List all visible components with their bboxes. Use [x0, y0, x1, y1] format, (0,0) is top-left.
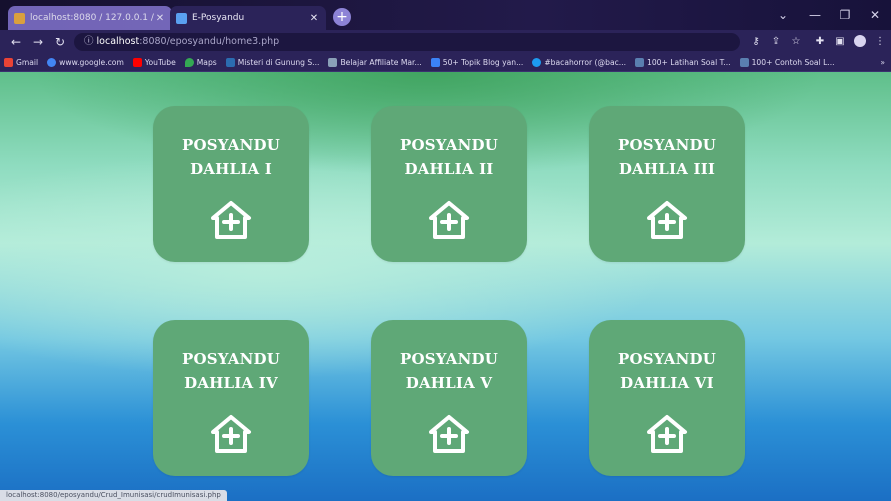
restore-button[interactable]: ❐: [830, 0, 860, 30]
twitter-icon: [532, 58, 542, 67]
house-add-icon: [647, 415, 687, 453]
card-title-line1: POSYANDU: [618, 136, 716, 154]
site-icon: [430, 58, 440, 67]
posyandu-card-dahlia-5[interactable]: POSYANDU DAHLIA V: [371, 320, 527, 476]
back-icon[interactable]: ←: [8, 34, 24, 50]
card-title-line1: POSYANDU: [182, 350, 280, 368]
house-add-icon: [429, 201, 469, 239]
forward-icon[interactable]: →: [30, 34, 46, 50]
close-window-button[interactable]: ✕: [860, 0, 890, 30]
house-add-icon: [429, 415, 469, 453]
google-icon: [47, 58, 57, 67]
address-host: localhost: [96, 36, 140, 47]
card-title-line2: DAHLIA I: [190, 160, 272, 178]
share-icon[interactable]: ⇪: [768, 34, 784, 50]
minimize-button[interactable]: —: [800, 0, 830, 30]
menu-icon[interactable]: ⋮: [872, 34, 888, 50]
bookmarks-bar: Gmail www.google.com YouTube Maps Mister…: [0, 54, 891, 72]
bookmark-misteri[interactable]: Misteri di Gunung S...: [225, 58, 319, 67]
site-icon: [225, 58, 235, 67]
card-title-line1: POSYANDU: [400, 350, 498, 368]
posyandu-card-dahlia-3[interactable]: POSYANDU DAHLIA III: [589, 106, 745, 262]
site-icon: [739, 58, 749, 67]
extensions-icon[interactable]: ✚: [812, 34, 828, 50]
reload-icon[interactable]: ↻: [52, 34, 68, 50]
browser-toolbar: ← → ↻ ⓘ localhost:8080/eposyandu/home3.p…: [0, 30, 891, 54]
new-tab-button[interactable]: +: [333, 8, 351, 26]
tab-close-icon[interactable]: ✕: [154, 13, 166, 24]
bookmark-star-icon[interactable]: ☆: [788, 34, 804, 50]
bookmark-maps[interactable]: Maps: [184, 58, 217, 67]
bookmark-google[interactable]: www.google.com: [47, 58, 124, 67]
card-title-line1: POSYANDU: [618, 350, 716, 368]
bookmark-contoh-soal[interactable]: 100+ Contoh Soal L...: [739, 58, 835, 67]
gmail-icon: [4, 58, 13, 67]
tab-phpmyadmin[interactable]: localhost:8080 / 127.0.0.1 / bea… ✕: [8, 6, 172, 30]
password-key-icon[interactable]: ⚷: [748, 34, 764, 50]
posyandu-card-dahlia-1[interactable]: POSYANDU DAHLIA I: [153, 106, 309, 262]
maps-pin-icon: [184, 58, 194, 67]
address-path: :8080/eposyandu/home3.php: [139, 36, 280, 47]
browser-title-bar: localhost:8080 / 127.0.0.1 / bea… ✕ E-Po…: [0, 0, 891, 30]
site-icon: [635, 58, 645, 67]
side-panel-icon[interactable]: ▣: [832, 34, 848, 50]
youtube-icon: [132, 58, 142, 67]
card-title-line2: DAHLIA VI: [620, 374, 714, 392]
card-title-line2: DAHLIA II: [404, 160, 494, 178]
site-icon: [328, 58, 338, 67]
posyandu-card-dahlia-2[interactable]: POSYANDU DAHLIA II: [371, 106, 527, 262]
tab-title: E-Posyandu: [192, 13, 245, 23]
bookmark-youtube[interactable]: YouTube: [132, 58, 176, 67]
address-bar[interactable]: ⓘ localhost:8080/eposyandu/home3.php: [74, 33, 740, 51]
bookmarks-overflow-icon[interactable]: »: [880, 58, 885, 67]
profile-avatar[interactable]: [852, 34, 868, 50]
site-info-icon[interactable]: ⓘ: [84, 36, 94, 47]
bookmark-gmail[interactable]: Gmail: [4, 58, 38, 67]
posyandu-card-dahlia-6[interactable]: POSYANDU DAHLIA VI: [589, 320, 745, 476]
bookmark-bacahorror[interactable]: #bacahorror (@bac...: [532, 58, 626, 67]
posyandu-card-dahlia-4[interactable]: POSYANDU DAHLIA IV: [153, 320, 309, 476]
tab-e-posyandu[interactable]: E-Posyandu ✕: [170, 6, 326, 30]
phpmyadmin-icon: [14, 12, 25, 24]
card-title-line2: DAHLIA IV: [184, 374, 278, 392]
tab-close-icon[interactable]: ✕: [308, 13, 320, 24]
house-add-icon: [211, 415, 251, 453]
tab-search-icon[interactable]: ⌄: [768, 0, 798, 30]
posyandu-icon: [176, 12, 187, 24]
bookmark-latihan-soal[interactable]: 100+ Latihan Soal T...: [635, 58, 731, 67]
card-title-line1: POSYANDU: [400, 136, 498, 154]
house-add-icon: [211, 201, 251, 239]
status-bar-url: localhost:8080/eposyandu/Crud_Imunisasi/…: [0, 490, 227, 501]
house-add-icon: [647, 201, 687, 239]
tab-title: localhost:8080 / 127.0.0.1 / bea…: [30, 13, 154, 23]
bookmark-topik-blog[interactable]: 50+ Topik Blog yan...: [430, 58, 523, 67]
card-title-line2: DAHLIA III: [618, 160, 716, 178]
card-title-line2: DAHLIA V: [405, 374, 493, 392]
page-content: POSYANDU DAHLIA I POSYANDU DAHLIA II POSYA…: [0, 72, 891, 501]
card-title-line1: POSYANDU: [182, 136, 280, 154]
bookmark-affiliate[interactable]: Belajar Affiliate Mar...: [328, 58, 422, 67]
